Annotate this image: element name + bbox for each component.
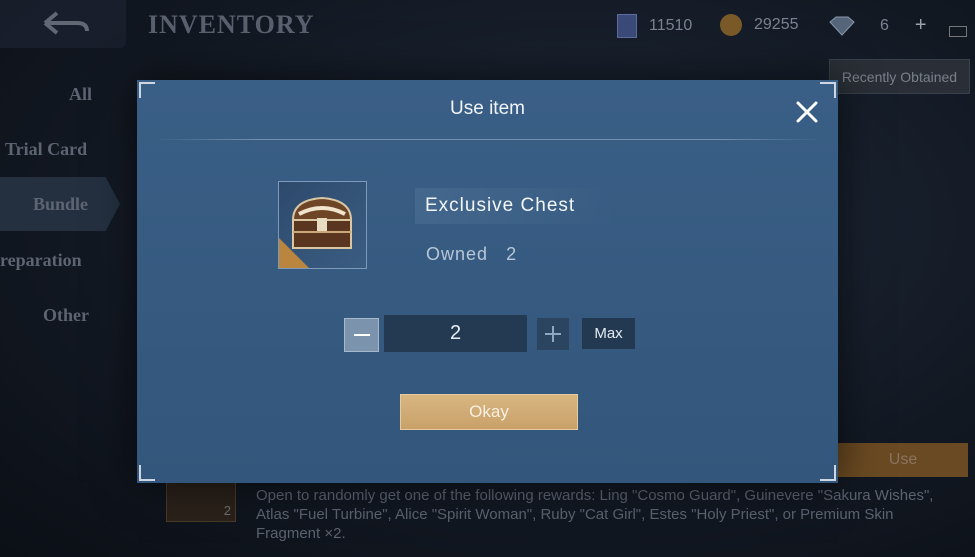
plus-icon xyxy=(545,326,561,342)
diamond-currency: 6 + xyxy=(828,14,927,37)
category-all[interactable]: All xyxy=(69,84,92,105)
top-bar: INVENTORY 11510 29255 6 + xyxy=(0,0,975,52)
ticket-currency: 11510 xyxy=(617,14,692,38)
ticket-icon xyxy=(617,14,637,38)
back-button[interactable] xyxy=(0,0,126,48)
corner-ornament xyxy=(139,465,155,481)
corner-ornament xyxy=(820,465,836,481)
coin-count: 29255 xyxy=(754,16,799,33)
close-button[interactable] xyxy=(792,97,822,127)
category-bundle[interactable]: Bundle xyxy=(33,194,88,215)
quantity-field[interactable]: 2 xyxy=(384,315,527,352)
treasure-chest-icon xyxy=(291,196,353,249)
battery-icon xyxy=(949,26,967,37)
title-divider xyxy=(155,139,820,140)
corner-ornament xyxy=(139,82,155,98)
back-arrow-icon xyxy=(43,11,89,35)
owned-label: Owned xyxy=(426,244,489,264)
okay-button[interactable]: Okay xyxy=(400,394,578,430)
item-description: Open to randomly get one of the followin… xyxy=(256,487,934,542)
use-button[interactable]: Use xyxy=(838,443,968,477)
decrease-quantity-button[interactable] xyxy=(344,318,379,352)
item-name: Exclusive Chest xyxy=(415,188,615,224)
diamond-count: 6 xyxy=(880,16,889,34)
category-preparation[interactable]: reparation xyxy=(0,250,82,271)
ticket-count: 11510 xyxy=(649,17,693,34)
add-diamond-icon[interactable]: + xyxy=(915,14,927,37)
owned-count: 2 xyxy=(506,244,518,264)
recently-obtained-button[interactable]: Recently Obtained xyxy=(829,59,970,94)
category-other[interactable]: Other xyxy=(43,305,89,326)
corner-ornament xyxy=(820,82,836,98)
coin-icon xyxy=(720,14,742,36)
page-title: INVENTORY xyxy=(148,10,315,39)
category-trial-card[interactable]: Trial Card xyxy=(5,139,87,160)
item-icon-frame xyxy=(278,181,367,269)
close-icon xyxy=(796,101,818,123)
coin-currency: 29255 xyxy=(720,14,799,36)
use-item-dialog: Use item Exclusive Chest Owned 2 2 Max O… xyxy=(137,80,838,483)
max-quantity-button[interactable]: Max xyxy=(582,318,635,349)
owned-count-row: Owned 2 xyxy=(426,244,529,265)
increase-quantity-button[interactable] xyxy=(537,318,569,350)
dialog-title: Use item xyxy=(450,98,525,119)
minus-icon xyxy=(353,334,370,336)
selected-item-count: 2 xyxy=(223,503,231,518)
diamond-icon xyxy=(828,16,856,36)
